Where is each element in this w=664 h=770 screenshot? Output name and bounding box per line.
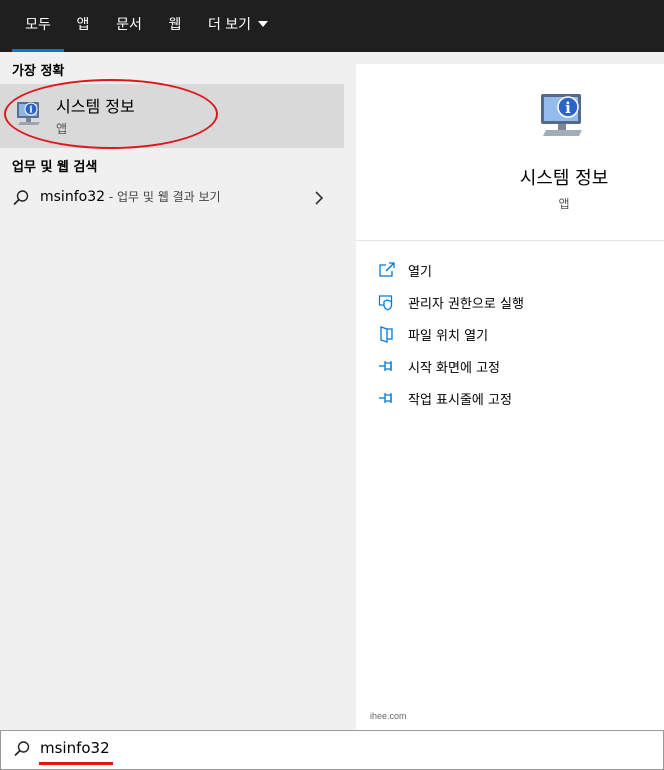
search-input[interactable]: msinfo32 xyxy=(40,739,110,757)
action-open-label: 열기 xyxy=(408,265,432,280)
watermark: ihee.com xyxy=(370,711,407,721)
search-box[interactable]: msinfo32 xyxy=(0,730,664,770)
pin-icon xyxy=(379,361,392,371)
tab-more-label: 더 보기 xyxy=(207,17,252,33)
chevron-right-icon[interactable] xyxy=(314,191,324,205)
detail-divider xyxy=(356,240,664,241)
file-location-icon xyxy=(380,326,393,343)
tab-more[interactable]: 더 보기 xyxy=(200,0,276,52)
tab-all[interactable]: 모두 xyxy=(12,0,64,52)
web-result-hint: - 업무 및 웹 결과 보기 xyxy=(105,190,221,204)
tab-apps[interactable]: 앱 xyxy=(66,0,100,52)
open-icon xyxy=(379,262,395,277)
results-panel: 가장 정확 i 시스템 정보 앱 업무 및 웹 검색 msinfo32 - 업무… xyxy=(0,52,344,730)
best-match-type: 앱 xyxy=(56,122,68,136)
action-pin-to-taskbar-label: 작업 표시줄에 고정 xyxy=(408,393,512,408)
pin-icon xyxy=(379,393,392,403)
tab-web[interactable]: 웹 xyxy=(158,0,192,52)
web-search-heading: 업무 및 웹 검색 xyxy=(12,160,98,175)
search-icon xyxy=(14,741,30,757)
detail-app-type: 앱 xyxy=(558,197,570,211)
annotation-underline xyxy=(39,762,113,765)
action-pin-to-start[interactable]: 시작 화면에 고정 xyxy=(378,354,658,378)
search-icon xyxy=(13,190,29,206)
web-result-text: msinfo32 - 업무 및 웹 결과 보기 xyxy=(40,188,221,205)
detail-app-name: 시스템 정보 xyxy=(519,168,609,189)
svg-text:i: i xyxy=(29,106,33,116)
best-match-title: 시스템 정보 xyxy=(56,97,135,116)
system-info-icon: i xyxy=(17,102,40,125)
caret-down-icon xyxy=(258,21,269,27)
action-run-as-admin-label: 관리자 권한으로 실행 xyxy=(408,297,524,312)
web-search-result[interactable]: msinfo32 - 업무 및 웹 결과 보기 xyxy=(0,182,344,214)
detail-panel: i 시스템 정보 앱 열기 관리자 권한으로 실행 파일 위치 열기 시작 화면… xyxy=(356,64,664,730)
svg-text:i: i xyxy=(565,99,571,117)
action-pin-to-start-label: 시작 화면에 고정 xyxy=(408,361,500,376)
action-run-as-admin[interactable]: 관리자 권한으로 실행 xyxy=(378,290,658,314)
action-open-file-location[interactable]: 파일 위치 열기 xyxy=(378,322,658,346)
search-filter-bar: 모두 앱 문서 웹 더 보기 xyxy=(0,0,664,52)
shield-icon xyxy=(378,295,393,311)
action-open[interactable]: 열기 xyxy=(378,258,658,282)
action-open-file-location-label: 파일 위치 열기 xyxy=(408,329,489,344)
best-match-heading: 가장 정확 xyxy=(12,64,65,79)
web-query-text: msinfo32 xyxy=(40,189,106,205)
tab-documents[interactable]: 문서 xyxy=(108,0,150,52)
best-match-item[interactable]: i 시스템 정보 앱 xyxy=(0,84,344,148)
system-info-large-icon: i xyxy=(541,94,582,136)
action-pin-to-taskbar[interactable]: 작업 표시줄에 고정 xyxy=(378,386,658,410)
